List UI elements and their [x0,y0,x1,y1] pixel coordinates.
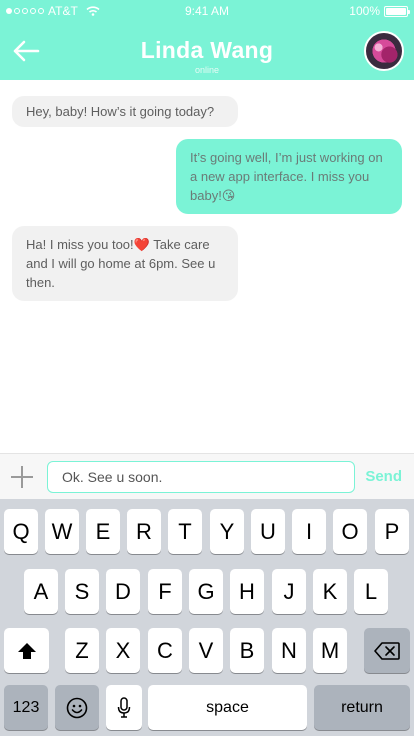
key-u[interactable]: U [251,509,285,554]
key-v[interactable]: V [189,628,223,673]
keyboard: Q W E R T Y U I O P A S D F G H J K L Z … [0,499,414,736]
return-key[interactable]: return [314,685,410,730]
message-composer: Send [0,453,414,499]
dictation-key[interactable] [106,685,142,730]
key-y[interactable]: Y [210,509,244,554]
key-w[interactable]: W [45,509,79,554]
status-bar: AT&T 9:41 AM 100% [0,0,414,22]
key-e[interactable]: E [86,509,120,554]
backspace-icon [374,641,400,660]
key-t[interactable]: T [168,509,202,554]
message-bubble-incoming: Hey, baby! How’s it going today? [12,96,238,127]
key-l[interactable]: L [354,569,388,614]
shift-arrow-icon [17,642,36,659]
key-x[interactable]: X [106,628,140,673]
key-a[interactable]: A [24,569,58,614]
message-bubble-incoming: Ha! I miss you too!❤️ Take care and I wi… [12,226,238,301]
send-button[interactable]: Send [365,468,402,485]
battery-status: 100% [349,4,410,18]
key-m[interactable]: M [313,628,347,673]
key-g[interactable]: G [189,569,223,614]
key-z[interactable]: Z [65,628,99,673]
key-c[interactable]: C [148,628,182,673]
delete-key[interactable] [364,628,410,673]
key-j[interactable]: J [272,569,306,614]
add-attachment-icon[interactable] [9,464,35,490]
emoji-key[interactable] [55,685,99,730]
key-o[interactable]: O [333,509,367,554]
microphone-icon [117,696,131,718]
contact-name: Linda Wang [140,37,274,63]
message-list: Hey, baby! How’s it going today? It’s go… [0,80,414,453]
battery-icon [384,5,410,17]
key-i[interactable]: I [292,509,326,554]
key-k[interactable]: K [313,569,347,614]
emoji-icon [66,697,88,718]
battery-percent: 100% [349,4,380,18]
avatar[interactable] [364,31,404,71]
key-f[interactable]: F [148,569,182,614]
numbers-key[interactable]: 123 [4,685,48,730]
chat-header: AT&T 9:41 AM 100% Linda Wang online [0,0,414,80]
message-bubble-outgoing: It’s going well, I’m just working on a n… [176,139,402,214]
shift-key[interactable] [4,628,49,673]
key-q[interactable]: Q [4,509,38,554]
key-s[interactable]: S [65,569,99,614]
key-n[interactable]: N [272,628,306,673]
contact-status: online [194,65,220,75]
message-input[interactable] [47,461,355,493]
key-r[interactable]: R [127,509,161,554]
key-h[interactable]: H [230,569,264,614]
key-d[interactable]: D [106,569,140,614]
space-key[interactable]: space [148,685,307,730]
key-p[interactable]: P [375,509,409,554]
key-b[interactable]: B [230,628,264,673]
